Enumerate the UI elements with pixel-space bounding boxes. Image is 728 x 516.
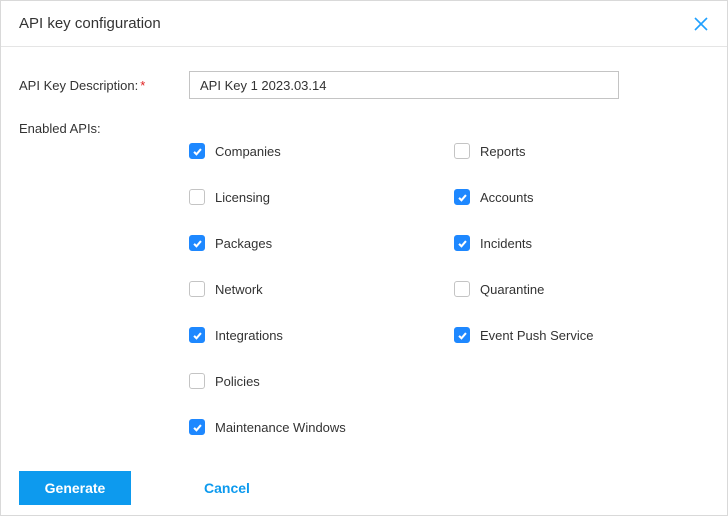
dialog-body: API Key Description:* Enabled APIs: Comp… — [1, 47, 727, 471]
api-checkbox-item: Accounts — [454, 189, 694, 205]
api-checkbox-label[interactable]: Packages — [215, 236, 272, 251]
api-checkbox-item: Quarantine — [454, 281, 694, 297]
api-checkbox[interactable] — [189, 235, 205, 251]
description-label: API Key Description:* — [19, 78, 189, 93]
api-checkbox[interactable] — [189, 189, 205, 205]
api-checkbox[interactable] — [189, 327, 205, 343]
api-checkbox-item: Integrations — [189, 327, 429, 343]
api-checkbox-label[interactable]: Companies — [215, 144, 281, 159]
api-checkbox-item: Policies — [189, 373, 429, 389]
api-checkbox-label[interactable]: Network — [215, 282, 263, 297]
api-checkbox-label[interactable]: Reports — [480, 144, 526, 159]
api-checkbox[interactable] — [454, 143, 470, 159]
api-key-config-dialog: API key configuration API Key Descriptio… — [0, 0, 728, 516]
enabled-apis-row: Enabled APIs: Companies Reports Licensing A… — [19, 121, 709, 435]
api-checkbox[interactable] — [454, 327, 470, 343]
api-checkbox-item: Packages — [189, 235, 429, 251]
api-checkbox[interactable] — [454, 235, 470, 251]
api-checkbox-label[interactable]: Accounts — [480, 190, 533, 205]
api-checkbox[interactable] — [189, 419, 205, 435]
close-icon[interactable] — [693, 16, 709, 32]
api-checkbox-label[interactable]: Licensing — [215, 190, 270, 205]
api-checkbox-item: Companies — [189, 143, 429, 159]
api-checkbox[interactable] — [454, 281, 470, 297]
api-checkbox-item: Network — [189, 281, 429, 297]
api-checkbox-label[interactable]: Maintenance Windows — [215, 420, 346, 435]
dialog-header: API key configuration — [1, 1, 727, 47]
description-row: API Key Description:* — [19, 71, 709, 99]
dialog-title: API key configuration — [19, 15, 161, 32]
api-grid: Companies Reports Licensing Accounts Package… — [189, 121, 694, 435]
enabled-apis-label: Enabled APIs: — [19, 121, 189, 136]
api-checkbox-label[interactable]: Quarantine — [480, 282, 544, 297]
api-checkbox-label[interactable]: Event Push Service — [480, 328, 593, 343]
cancel-button[interactable]: Cancel — [171, 471, 283, 505]
api-checkbox-item: Incidents — [454, 235, 694, 251]
api-checkbox-label[interactable]: Policies — [215, 374, 260, 389]
api-checkbox-item: Event Push Service — [454, 327, 694, 343]
api-checkbox[interactable] — [454, 189, 470, 205]
api-checkbox-label[interactable]: Incidents — [480, 236, 532, 251]
api-checkbox[interactable] — [189, 143, 205, 159]
description-input[interactable] — [189, 71, 619, 99]
dialog-footer: Generate Cancel — [1, 471, 727, 515]
api-checkbox-item: Licensing — [189, 189, 429, 205]
api-checkbox[interactable] — [189, 281, 205, 297]
api-checkbox-item: Reports — [454, 143, 694, 159]
api-checkbox-label[interactable]: Integrations — [215, 328, 283, 343]
generate-button[interactable]: Generate — [19, 471, 131, 505]
api-checkbox[interactable] — [189, 373, 205, 389]
api-checkbox-item: Maintenance Windows — [189, 419, 429, 435]
required-asterisk: * — [140, 78, 145, 93]
